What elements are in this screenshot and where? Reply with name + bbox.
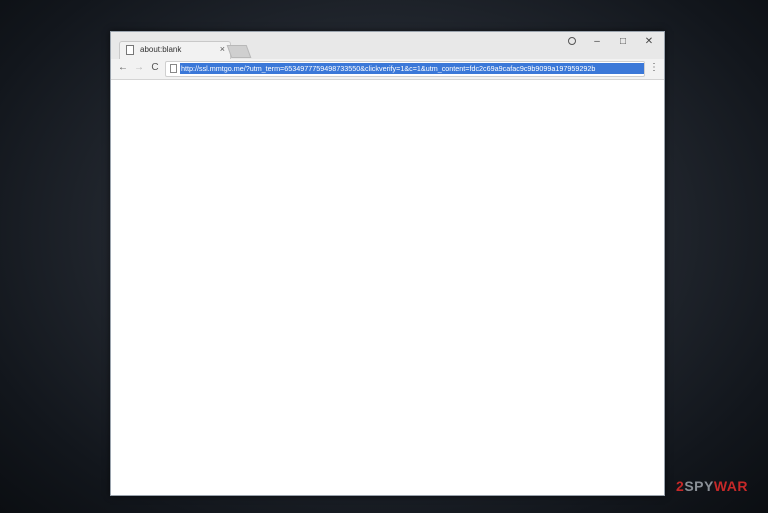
maximize-button[interactable]: □ <box>612 34 634 50</box>
browser-window: about:blank × – □ ✕ ← → C http://ssl.mmt… <box>110 31 665 496</box>
tab-title: about:blank <box>140 45 182 54</box>
profile-icon[interactable] <box>568 37 576 45</box>
blank-page-content <box>111 80 664 495</box>
minimize-button[interactable]: – <box>586 34 608 50</box>
browser-toolbar: ← → C http://ssl.mmtgo.me/?utm_term=6534… <box>111 59 664 80</box>
address-bar[interactable]: http://ssl.mmtgo.me/?utm_term=6534977759… <box>165 61 645 77</box>
watermark-logo: 2SPYWAR <box>676 478 748 494</box>
address-url-selected[interactable]: http://ssl.mmtgo.me/?utm_term=6534977759… <box>180 63 644 74</box>
tab-about-blank[interactable]: about:blank × <box>119 41 231 60</box>
reload-icon[interactable]: C <box>148 61 162 75</box>
close-tab-icon[interactable]: × <box>220 44 225 54</box>
close-window-button[interactable]: ✕ <box>638 34 660 50</box>
doc-icon <box>126 45 134 55</box>
page-icon <box>170 64 177 73</box>
title-bar: about:blank × – □ ✕ <box>111 32 664 60</box>
new-tab-button[interactable] <box>226 45 252 58</box>
forward-arrow-icon[interactable]: → <box>132 61 146 75</box>
back-arrow-icon[interactable]: ← <box>116 61 130 75</box>
menu-icon[interactable]: ⋮ <box>649 61 659 75</box>
